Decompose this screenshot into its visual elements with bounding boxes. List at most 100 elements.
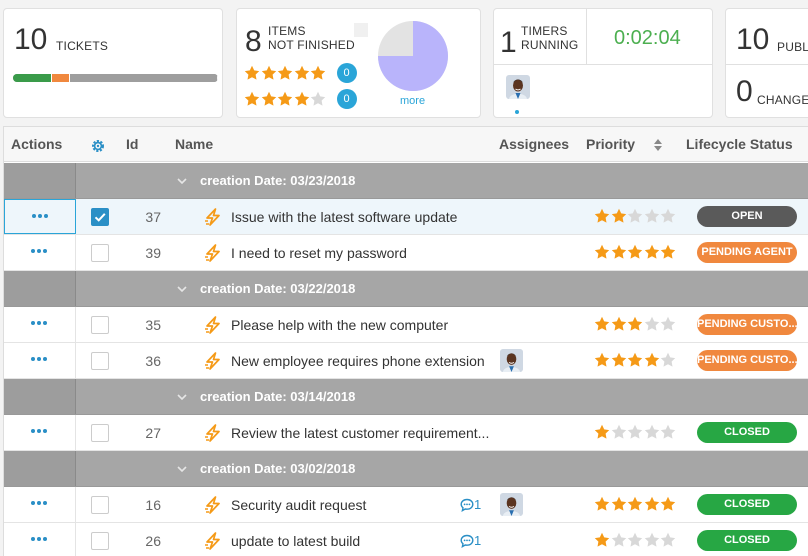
ticket-name-link[interactable]: Review the latest customer requirement..…	[231, 415, 489, 451]
column-header-priority[interactable]: Priority	[586, 127, 635, 162]
priority-rating[interactable]	[594, 208, 677, 224]
table-row[interactable]: 36 New employee requires phone extension P…	[4, 343, 808, 379]
star-filled-icon	[594, 352, 610, 368]
ticket-id: 35	[145, 317, 161, 333]
ticket-id: 26	[145, 533, 161, 549]
row-checkbox[interactable]	[91, 424, 109, 442]
ticket-name-link[interactable]: Issue with the latest software update	[231, 199, 457, 235]
table-row[interactable]: 39 I need to reset my password PENDING AGE…	[4, 235, 808, 271]
star-filled-icon	[627, 316, 643, 332]
row-actions-cell[interactable]	[4, 415, 76, 450]
star-filled-icon	[660, 244, 676, 260]
star-empty-icon	[644, 424, 660, 440]
more-actions-icon[interactable]	[31, 357, 47, 361]
comments-indicator[interactable]: 1	[460, 533, 481, 548]
column-header-name[interactable]: Name	[175, 127, 213, 162]
status-badge[interactable]: PENDING CUSTO...	[697, 350, 797, 371]
more-actions-icon[interactable]	[31, 501, 47, 505]
row-checkbox[interactable]	[91, 208, 109, 226]
lightning-icon	[203, 424, 223, 447]
row-actions-cell[interactable]	[4, 487, 76, 522]
column-header-lifecycle-status[interactable]: Lifecycle Status	[686, 127, 793, 162]
rating-filter-row[interactable]: 0	[244, 63, 357, 83]
assignee-avatar[interactable]	[500, 349, 523, 377]
table-row[interactable]: 16 Security audit request 1 CLOSED	[4, 487, 808, 523]
row-actions-cell[interactable]	[4, 307, 76, 342]
group-row[interactable]: creation Date: 03/23/2018	[4, 163, 808, 199]
row-checkbox[interactable]	[91, 496, 109, 514]
status-badge[interactable]: PENDING CUSTO...	[697, 314, 797, 335]
comments-indicator[interactable]: 1	[460, 497, 481, 512]
ticket-name-link[interactable]: Security audit request	[231, 487, 366, 523]
row-actions-cell[interactable]	[4, 523, 76, 556]
tickets-summary-card[interactable]: 10 Tickets	[3, 8, 223, 118]
sort-icon[interactable]	[654, 127, 662, 162]
rating-filter-row[interactable]: 0	[244, 89, 357, 109]
ticket-name-link[interactable]: I need to reset my password	[231, 235, 407, 271]
more-actions-icon[interactable]	[31, 429, 47, 433]
timers-label-line2: Running	[521, 38, 579, 52]
ticket-id: 37	[145, 209, 161, 225]
chevron-down-icon[interactable]	[176, 462, 188, 480]
more-actions-icon[interactable]	[31, 321, 47, 325]
assignee-avatar[interactable]	[500, 493, 523, 521]
items-pie-chart[interactable]	[378, 21, 448, 91]
legend-swatch	[354, 23, 368, 37]
group-row[interactable]: creation Date: 03/02/2018	[4, 451, 808, 487]
lightning-icon	[203, 496, 223, 519]
status-badge[interactable]: CLOSED	[697, 494, 797, 515]
table-row[interactable]: 27 Review the latest customer requirement…	[4, 415, 808, 451]
column-header-actions[interactable]: Actions	[11, 127, 62, 162]
lightning-icon	[203, 316, 223, 339]
public-summary-card[interactable]: 10 Publi 0 Change	[725, 8, 808, 118]
more-actions-icon[interactable]	[32, 214, 48, 218]
comment-count: 1	[474, 497, 482, 512]
status-badge[interactable]: CLOSED	[697, 422, 797, 443]
table-row[interactable]: 26 update to latest build 1 CLOSED	[4, 523, 808, 556]
group-row[interactable]: creation Date: 03/22/2018	[4, 271, 808, 307]
priority-rating[interactable]	[594, 532, 677, 548]
priority-rating[interactable]	[594, 316, 677, 332]
more-link[interactable]: more	[400, 95, 425, 107]
chevron-down-icon[interactable]	[176, 390, 188, 408]
row-checkbox[interactable]	[91, 352, 109, 370]
more-actions-icon[interactable]	[31, 249, 47, 253]
priority-rating[interactable]	[594, 424, 677, 440]
table-row[interactable]: 35 Please help with the new computer PENDI…	[4, 307, 808, 343]
star-empty-icon	[644, 532, 660, 548]
tickets-label: Tickets	[56, 39, 109, 53]
running-timer-user[interactable]	[506, 75, 530, 114]
lightning-icon	[203, 532, 223, 555]
row-checkbox[interactable]	[91, 532, 109, 550]
row-checkbox[interactable]	[91, 316, 109, 334]
row-actions-cell[interactable]	[4, 199, 76, 234]
items-summary-card[interactable]: 8 Items Not finished 0 0 more	[236, 8, 481, 118]
timers-summary-card[interactable]: 1 Timers Running 0:02:04	[493, 8, 713, 118]
ticket-name-link[interactable]: New employee requires phone extension	[231, 343, 485, 379]
star-filled-icon	[261, 91, 277, 107]
status-badge[interactable]: PENDING AGENT	[697, 242, 797, 263]
ticket-name-link[interactable]: update to latest build	[231, 523, 360, 556]
more-actions-icon[interactable]	[31, 537, 47, 541]
star-filled-icon	[611, 244, 627, 260]
gear-icon[interactable]	[90, 129, 106, 164]
column-header-id[interactable]: Id	[126, 127, 138, 162]
star-filled-icon	[244, 91, 260, 107]
status-badge[interactable]: OPEN	[697, 206, 797, 227]
row-actions-cell[interactable]	[4, 343, 76, 378]
chevron-down-icon[interactable]	[176, 174, 188, 192]
chevron-down-icon[interactable]	[176, 282, 188, 300]
column-header-assignees[interactable]: Assignees	[499, 127, 569, 162]
lightning-icon	[203, 352, 223, 375]
status-badge[interactable]: CLOSED	[697, 530, 797, 551]
priority-rating[interactable]	[594, 244, 677, 260]
group-row[interactable]: creation Date: 03/14/2018	[4, 379, 808, 415]
ticket-name-link[interactable]: Please help with the new computer	[231, 307, 448, 343]
priority-rating[interactable]	[594, 496, 677, 512]
star-empty-icon	[611, 532, 627, 548]
row-actions-cell[interactable]	[4, 235, 76, 270]
priority-rating[interactable]	[594, 352, 677, 368]
row-checkbox[interactable]	[91, 244, 109, 262]
star-empty-icon	[627, 532, 643, 548]
table-row[interactable]: 37 Issue with the latest software update O…	[4, 199, 808, 235]
